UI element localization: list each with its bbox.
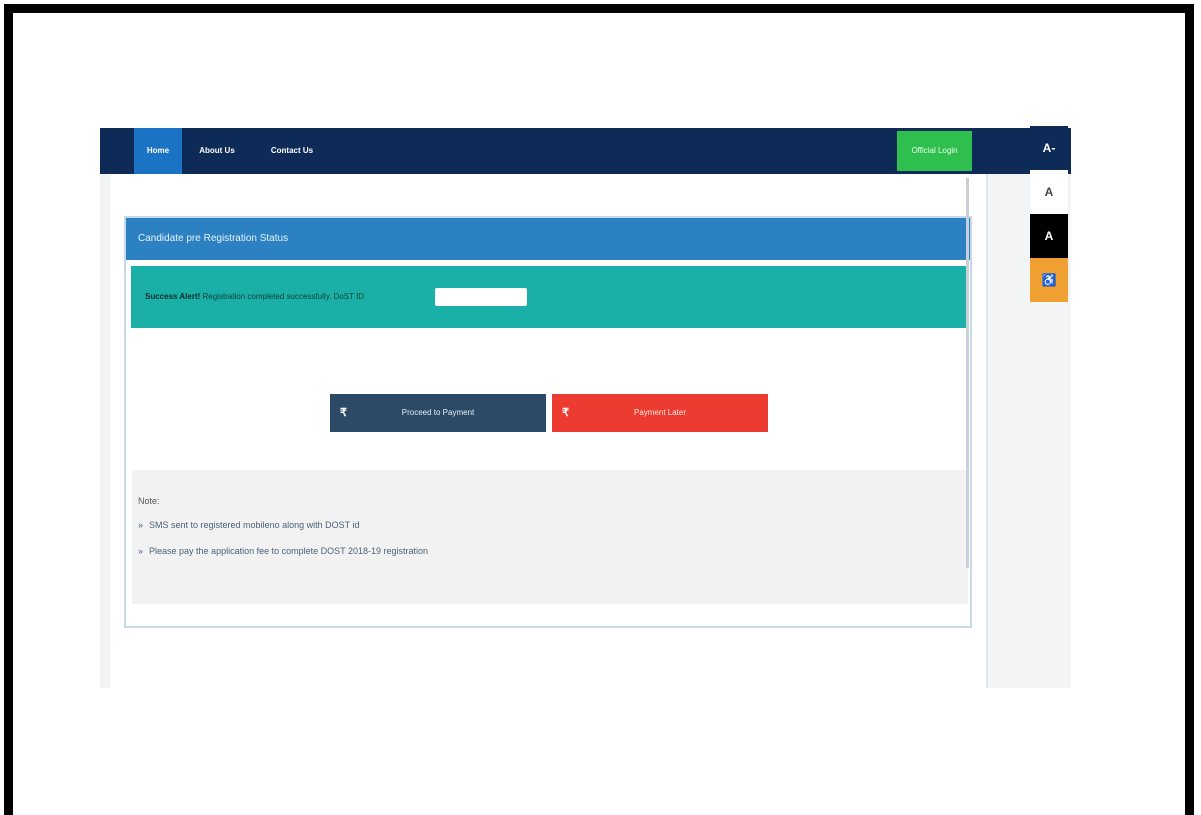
registration-status-panel: Candidate pre Registration Status Succes…: [124, 216, 972, 628]
page-scrollbar[interactable]: [966, 178, 969, 568]
rupee-icon: ₹: [562, 407, 569, 419]
browser-viewport: Home About Us Contact Us Official Login …: [100, 128, 1071, 688]
note-item-text: Please pay the application fee to comple…: [149, 546, 429, 556]
note-item-text: SMS sent to registered mobileno along wi…: [149, 520, 360, 530]
note-item: » Please pay the application fee to compl…: [138, 546, 962, 556]
payment-later-button[interactable]: ₹ Payment Later: [552, 394, 768, 432]
top-navbar: Home About Us Contact Us Official Login: [100, 128, 1071, 174]
nav-home[interactable]: Home: [134, 128, 182, 174]
success-alert-title: Success Alert!: [145, 292, 201, 301]
bullet-icon: »: [138, 546, 144, 556]
rupee-icon: ₹: [340, 407, 347, 419]
status-heading: Candidate pre Registration Status: [126, 218, 970, 260]
normal-font-button[interactable]: A: [1030, 170, 1068, 214]
proceed-to-payment-label: Proceed to Payment: [401, 408, 475, 417]
note-box: Note: » SMS sent to registered mobileno a…: [132, 470, 968, 604]
proceed-to-payment-button[interactable]: ₹ Proceed to Payment: [330, 394, 546, 432]
note-item: » SMS sent to registered mobileno along w…: [138, 520, 962, 530]
bullet-icon: »: [138, 520, 144, 530]
payment-later-label: Payment Later: [633, 408, 687, 417]
main-content: Candidate pre Registration Status Succes…: [110, 174, 988, 688]
success-alert-message: Registration completed successfully. DoS…: [200, 292, 365, 301]
accessibility-toolbar: A- A A ♿: [1030, 126, 1068, 302]
accessibility-icon[interactable]: ♿: [1030, 258, 1068, 302]
success-alert: Success Alert! Registration completed su…: [131, 266, 967, 328]
official-login-button[interactable]: Official Login: [897, 131, 972, 171]
nav-about-us[interactable]: About Us: [192, 128, 242, 174]
nav-contact-us[interactable]: Contact Us: [264, 128, 320, 174]
redacted-dost-id: [435, 288, 527, 306]
decrease-font-button[interactable]: A-: [1030, 126, 1068, 170]
note-title: Note:: [138, 496, 160, 506]
high-contrast-button[interactable]: A: [1030, 214, 1068, 258]
